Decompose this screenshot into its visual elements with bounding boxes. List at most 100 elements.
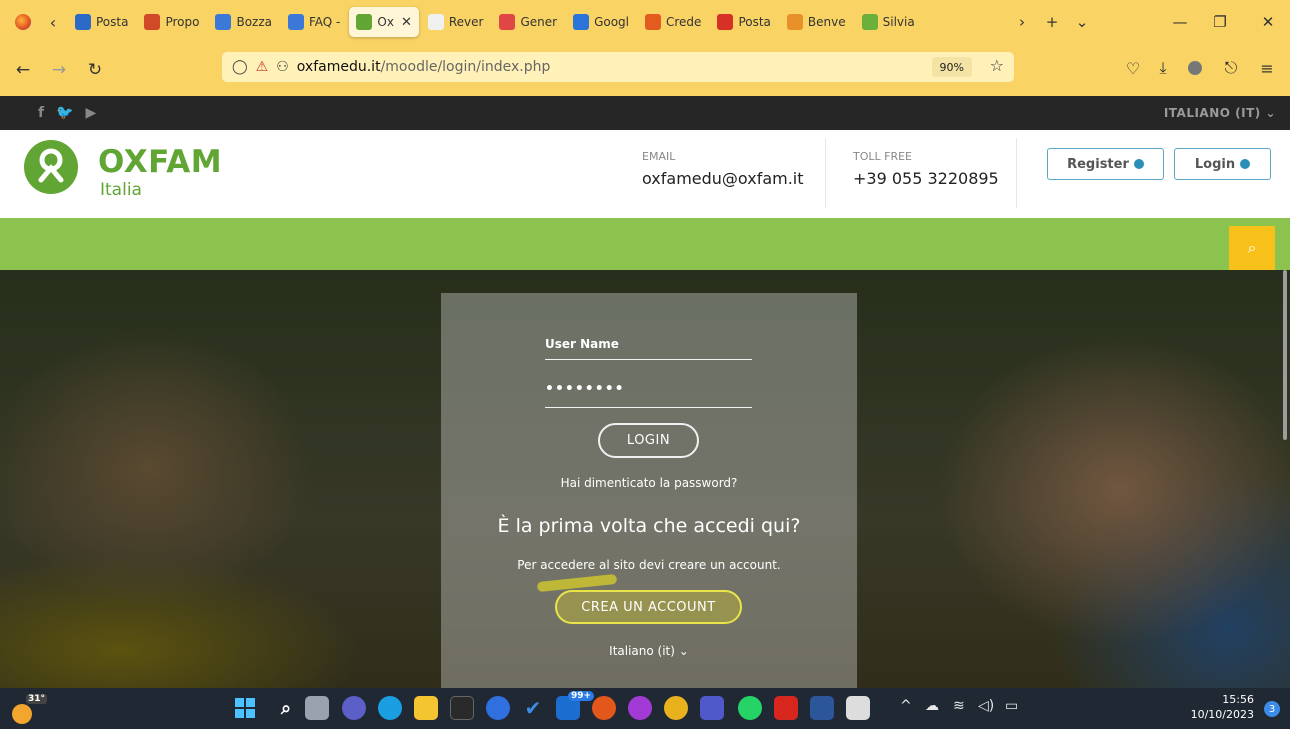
tab-favicon-icon [356, 14, 373, 30]
language-select[interactable]: Italiano (it) ⌄ [441, 644, 857, 658]
mail-badge: 99+ [568, 691, 595, 701]
search-icon[interactable]: ⌕ [274, 696, 298, 720]
minimize-icon[interactable]: — [1160, 0, 1200, 44]
restore-icon[interactable]: ❐ [1200, 0, 1240, 44]
firefox-menu-icon[interactable] [8, 7, 38, 37]
snipping-tool-icon[interactable] [846, 696, 870, 720]
browser-tab[interactable]: Posta [68, 7, 135, 37]
tab-favicon-icon [75, 14, 91, 30]
login-card: User Name •••••••• LOGIN Hai dimenticato… [441, 293, 857, 688]
tab-list-icon[interactable]: ⌄ [1062, 0, 1102, 44]
system-clock[interactable]: 15:56 10/10/2023 [1191, 692, 1254, 722]
first-time-heading: È la prima volta che accedi qui? [497, 515, 801, 537]
chrome-icon[interactable] [664, 696, 688, 720]
tab-scroll-left-icon[interactable]: ‹ [38, 7, 68, 37]
chat-icon[interactable] [342, 696, 366, 720]
language-switcher[interactable]: ITALIANO (IT) ⌄ [1164, 106, 1276, 120]
phone-value: +39 055 3220895 [853, 169, 999, 188]
word-icon[interactable] [810, 696, 834, 720]
app-menu-icon[interactable]: ≡ [1254, 55, 1280, 81]
browser-tab[interactable]: Googl [566, 7, 636, 37]
browser-tab[interactable]: Bozza [208, 7, 279, 37]
browser-tab[interactable]: Gener [492, 7, 564, 37]
battery-icon[interactable]: ▭ [1005, 698, 1018, 714]
browser-tab[interactable]: Propo [137, 7, 206, 37]
browser-tab[interactable]: Rever [421, 7, 491, 37]
tab-label: Benve [807, 15, 846, 29]
whatsapp-icon[interactable] [738, 696, 762, 720]
oxfam-logo-icon[interactable] [24, 140, 78, 194]
phone-contact: TOLL FREE +39 055 3220895 [853, 150, 999, 188]
back-icon[interactable]: ← [8, 55, 38, 85]
task-view-icon[interactable] [305, 696, 329, 720]
clock-time: 15:56 [1222, 693, 1254, 706]
pocket-icon[interactable]: ♡ [1120, 55, 1146, 81]
reload-icon[interactable]: ↻ [80, 55, 110, 85]
twitter-icon[interactable]: 🐦 [56, 105, 73, 121]
windows-taskbar: 31° ⌕ ✔ 99+ ^ ☁ ≋ ◁) ▭ 15:56 10/10/2023 … [0, 688, 1290, 729]
language-select-label: Italiano (it) [609, 644, 675, 658]
account-icon[interactable]: ⎋ [1218, 55, 1244, 81]
acrobat-icon[interactable] [774, 696, 798, 720]
browser-tab[interactable]: Benve [780, 7, 853, 37]
show-hidden-icons-icon[interactable]: ^ [900, 698, 912, 714]
bookmark-star-icon[interactable]: ☆ [990, 56, 1004, 75]
firefox-icon[interactable] [592, 696, 616, 720]
username-field[interactable]: User Name [545, 337, 619, 351]
register-button[interactable]: Register [1047, 148, 1164, 180]
forward-icon[interactable]: → [44, 55, 74, 85]
permissions-icon[interactable]: ⚇ [276, 59, 289, 75]
sun-icon [12, 704, 32, 724]
notification-badge[interactable]: 3 [1264, 701, 1280, 717]
onedrive-icon[interactable]: ☁ [925, 698, 939, 714]
arrow-circle-icon [1240, 159, 1251, 169]
tab-favicon-icon [499, 14, 516, 30]
password-field[interactable]: •••••••• [545, 381, 625, 397]
browser-tab[interactable]: Posta [710, 7, 777, 37]
facebook-icon[interactable]: f [38, 105, 44, 121]
forgot-password-link[interactable]: Hai dimenticato la password? [441, 476, 857, 490]
login-button[interactable]: LOGIN [598, 423, 699, 458]
email-value[interactable]: oxfamedu@oxfam.it [642, 169, 804, 188]
close-window-icon[interactable]: ✕ [1248, 0, 1288, 44]
insecure-lock-icon[interactable]: ⚠ [256, 59, 269, 75]
youtube-icon[interactable]: ▶ [86, 105, 97, 121]
copilot-icon[interactable] [486, 696, 510, 720]
create-account-button[interactable]: CREA UN ACCOUNT [555, 590, 742, 624]
tab-label: Silvia [882, 15, 915, 29]
game-icon[interactable] [628, 696, 652, 720]
teams-icon[interactable] [700, 696, 724, 720]
downloads-icon[interactable]: ⤓ [1150, 55, 1176, 81]
browser-tab[interactable]: Crede [638, 7, 708, 37]
edge-icon[interactable] [378, 696, 402, 720]
windows-start-icon[interactable] [233, 696, 257, 720]
store-icon[interactable] [450, 696, 474, 720]
login-header-button[interactable]: Login [1174, 148, 1271, 180]
page-scrollbar[interactable] [1283, 270, 1287, 440]
login-header-label: Login [1194, 156, 1236, 172]
extension-icon[interactable] [1182, 55, 1208, 81]
wifi-icon[interactable]: ≋ [953, 698, 965, 714]
tab-label: Crede [666, 15, 702, 29]
language-switcher-label: ITALIANO (IT) [1163, 106, 1261, 120]
site-header: OXFAM Italia EMAIL oxfamedu@oxfam.it TOL… [0, 130, 1290, 218]
search-icon[interactable]: ⌕ [1229, 226, 1275, 270]
site-top-bar: f 🐦 ▶ ITALIANO (IT) ⌄ [0, 96, 1290, 130]
zoom-level[interactable]: 90% [931, 57, 972, 77]
shield-icon[interactable]: ◯ [232, 59, 248, 75]
tab-label: Posta [96, 15, 129, 29]
weather-widget[interactable]: 31° [12, 694, 48, 724]
outlook-icon[interactable]: 99+ [556, 691, 595, 720]
tab-label: Ox [377, 15, 394, 29]
todo-check-icon[interactable]: ✔ [521, 696, 545, 720]
email-label: EMAIL [642, 150, 676, 163]
browser-tab[interactable]: FAQ - [281, 7, 347, 37]
url-bar[interactable]: ◯ ⚠ ⚇ oxfamedu.it/moodle/login/index.php… [222, 52, 1014, 82]
tab-label: Propo [165, 15, 200, 29]
tab-close-icon[interactable]: ✕ [401, 15, 412, 30]
file-explorer-icon[interactable] [414, 696, 438, 720]
volume-icon[interactable]: ◁) [978, 698, 994, 714]
tab-label: FAQ - [309, 15, 341, 29]
browser-tab[interactable]: Ox ✕ [349, 7, 419, 37]
browser-tab[interactable]: Silvia [855, 7, 922, 37]
